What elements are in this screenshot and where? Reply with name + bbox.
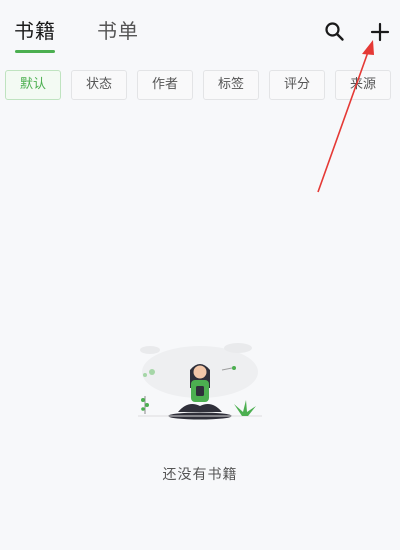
filter-chip-default[interactable]: 默认 [5, 70, 61, 100]
plant-leaf [141, 398, 145, 402]
cloud-shape [140, 346, 160, 354]
decor-dot [232, 366, 236, 370]
filter-chip-status[interactable]: 状态 [71, 70, 127, 100]
decor-dot [149, 369, 155, 375]
plant-leaf [145, 403, 149, 407]
cloud-shape [224, 343, 252, 353]
empty-state-message: 还没有书籍 [162, 467, 238, 483]
filter-bar: 默认 状态 作者 标签 评分 来源 [0, 70, 400, 102]
empty-state-illustration [138, 343, 262, 420]
filter-chip-author[interactable]: 作者 [137, 70, 193, 100]
search-button[interactable] [321, 18, 349, 46]
annotation-arrow [317, 40, 374, 193]
filter-chip-rating[interactable]: 评分 [269, 70, 325, 100]
plant-right [234, 400, 256, 416]
person-legs [178, 404, 222, 412]
filter-chip-source[interactable]: 来源 [335, 70, 391, 100]
person-head [193, 365, 207, 379]
filter-chip-tags[interactable]: 标签 [203, 70, 259, 100]
add-button[interactable] [366, 18, 394, 46]
tab-book-lists[interactable]: 书单 [97, 17, 139, 45]
search-icon [325, 22, 344, 41]
plant-leaf [141, 407, 145, 411]
phone [196, 386, 204, 396]
plus-icon [370, 22, 390, 42]
top-bar: 书籍 书单 [0, 0, 400, 60]
decor-dot [143, 373, 147, 377]
tab-books[interactable]: 书籍 [14, 17, 56, 45]
active-tab-indicator [15, 50, 55, 53]
